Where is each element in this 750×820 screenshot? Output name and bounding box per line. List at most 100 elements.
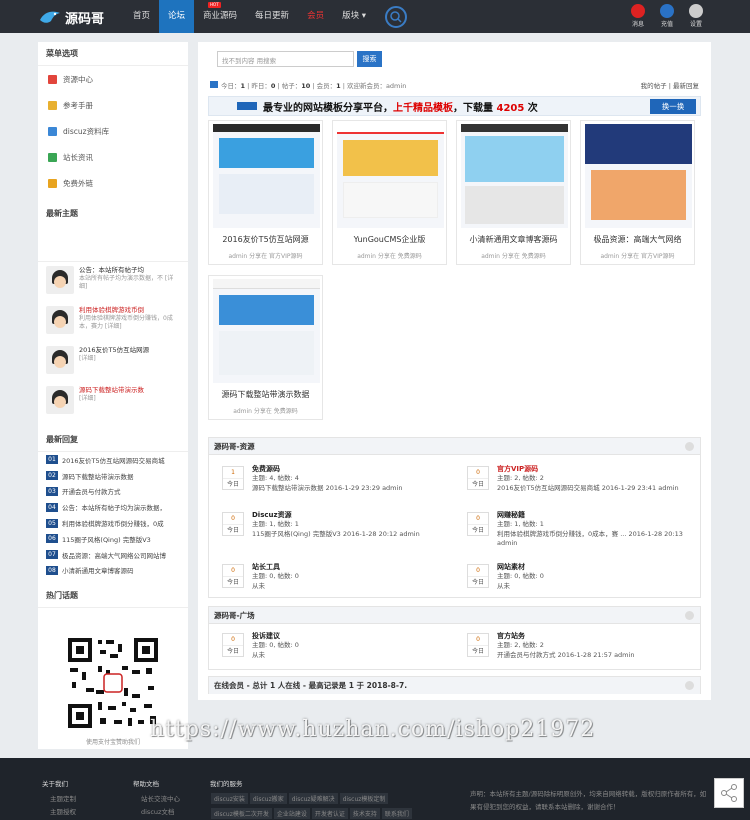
forum-name[interactable]: Discuz资源 [252, 510, 292, 520]
nav-daily-update[interactable]: 每日更新 [246, 0, 298, 33]
my-posts-links[interactable]: 我的帖子 | 最新回复 [641, 80, 699, 90]
topic-item[interactable]: 利用体验棋牌游戏币倒 利用体验棋牌游戏币倒分赚钱，0成本，赛力 [详细] [38, 302, 188, 342]
service-tag[interactable]: discuz疑难解决 [288, 793, 338, 804]
footer-links: 主题定制 主题授权 [42, 793, 76, 819]
forum-name[interactable]: 官方站务 [497, 631, 525, 641]
forum-name[interactable]: 站长工具 [252, 562, 280, 572]
forum-item[interactable]: 0 今日 网赚秘籍 主题: 1, 帖数: 1 利用体验棋牌游戏币倒分赚钱，0成本，赛 .… [454, 508, 694, 548]
top-navbar: 源码哥 首页 论坛 商业源码 HOT 每日更新 会员 版块 ▾ 消息 充值 设置 [0, 0, 750, 33]
refresh-button[interactable]: 换一换 [650, 99, 696, 114]
list-item[interactable]: 08 小清新通用文章博客源码 [38, 563, 188, 579]
sidebar-item-discuz-library[interactable]: discuz资料库 [38, 118, 188, 144]
footer-link[interactable]: 主题定制 [50, 793, 76, 806]
service-tag[interactable]: discuz安装 [211, 793, 248, 804]
forum-name[interactable]: 网赚秘籍 [497, 510, 525, 520]
service-tag[interactable]: 企业站建设 [273, 808, 310, 819]
nav-sections-dropdown[interactable]: 版块 ▾ [333, 0, 375, 33]
nav-commercial-source[interactable]: 商业源码 HOT [194, 0, 246, 33]
template-card[interactable]: 2016友价T5仿互站网源 admin 分享在 官方VIP源码 [208, 120, 323, 265]
topic-desc: [详细] [79, 355, 96, 362]
day-label: 今日 [223, 478, 243, 490]
service-tag[interactable]: 技术支持 [349, 808, 380, 819]
service-tag[interactable]: discuz搬家 [249, 793, 287, 804]
forum-count-line: 主题: 2, 帖数: 2 [497, 641, 544, 649]
footer-link[interactable]: 主题授权 [50, 806, 76, 819]
reply-title: 小清新通用文章博客源码 [62, 567, 134, 576]
messages-label: 消息 [631, 21, 644, 28]
sidebar-item-free-links[interactable]: 免费外链 [38, 170, 188, 196]
forum-last-post[interactable]: 源码下载整站带演示数据 2016-1-29 23:29 admin [252, 484, 452, 494]
sidebar-item-resource-center[interactable]: 资源中心 [38, 66, 188, 92]
new-topics-list: 公告：本站所有帖子均 本站所有帖子均为演示数据，不 [详细] 利用体验棋牌游戏币倒… [38, 262, 188, 422]
topic-item[interactable]: 源码下载整站带演示数 [详细] [38, 382, 188, 422]
forum-item[interactable]: 1 今日 免费源码 主题: 4, 帖数: 4 源码下载整站带演示数据 2016-1-29… [209, 462, 449, 502]
list-item[interactable]: 07 极品资源：高端大气网络公司网站博 [38, 547, 188, 563]
service-tag[interactable]: 联系我们 [381, 808, 412, 819]
forum-last-post[interactable]: 115圈子风格(Qing) 完整版V3 2016-1-28 20:12 admi… [252, 530, 452, 540]
forum-last-post: 从未 [252, 650, 265, 659]
calendar-icon: 0 今日 [467, 466, 489, 490]
template-card[interactable]: YunGouCMS企业版 admin 分享在 免费源码 [332, 120, 447, 265]
coin-icon [660, 4, 674, 18]
template-card[interactable]: 小清新通用文章博客源码 admin 分享在 免费源码 [456, 120, 571, 265]
forum-count-line: 主题: 0, 帖数: 0 [497, 572, 544, 580]
forum-item[interactable]: 0 今日 官方VIP源码 主题: 2, 帖数: 2 2016友价T5仿互站网源码交易商城… [454, 462, 694, 502]
settings-label: 设置 [689, 21, 702, 28]
topic-item[interactable]: 公告：本站所有帖子均 本站所有帖子均为演示数据，不 [详细] [38, 262, 188, 302]
site-logo[interactable]: 源码哥 [38, 6, 104, 28]
card-title: 极品资源：高端大气网络 [593, 235, 682, 244]
brand-name: 源码哥 [65, 11, 105, 27]
forum-name[interactable]: 免费源码 [252, 464, 280, 474]
service-tag[interactable]: discuz模板二次开发 [211, 808, 272, 819]
banner-prefix: 最专业的网站模板分享平台， [263, 102, 393, 114]
service-tag[interactable]: discuz模板定制 [339, 793, 389, 804]
recharge-label: 充值 [660, 21, 673, 28]
collapse-icon[interactable] [685, 681, 694, 690]
nav-vip[interactable]: 会员 [298, 0, 333, 33]
search-input[interactable]: 找不到内容 用搜索 [217, 51, 354, 67]
collapse-icon[interactable] [685, 442, 694, 451]
forum-item[interactable]: 0 今日 官方站务 主题: 2, 帖数: 2 开通会员与付款方式 2016-1-28 2… [454, 629, 694, 669]
footer-link[interactable]: discuz文档 [141, 806, 180, 819]
nav-forum[interactable]: 论坛 [159, 0, 195, 33]
forum-last-post[interactable]: 2016友价T5仿互站网源码交易商城 2016-1-29 23:41 admin [497, 484, 697, 494]
forum-item[interactable]: 0 今日 投诉建议 主题: 0, 帖数: 0 从未 [209, 629, 449, 669]
service-tag[interactable]: 开发者认证 [311, 808, 348, 819]
template-card[interactable]: 源码下载整站带演示数据 admin 分享在 免费源码 [208, 275, 323, 420]
forum-last-post[interactable]: 利用体验棋牌游戏币倒分赚钱，0成本，赛 ... 2016-1-28 20:13 … [497, 530, 697, 549]
forum-name[interactable]: 官方VIP源码 [497, 464, 538, 474]
recharge-link[interactable]: 充值 [655, 4, 679, 28]
list-item[interactable]: 05 利用体验棋牌游戏币倒分赚钱，0成 [38, 515, 188, 531]
forum-item[interactable]: 0 今日 站长工具 主题: 0, 帖数: 0 从未 [209, 560, 449, 600]
forum-last-post[interactable]: 开通会员与付款方式 2016-1-28 21:57 admin [497, 651, 697, 661]
template-thumbnail [461, 124, 568, 228]
footer-link[interactable]: 站长交流中心 [141, 793, 180, 806]
forum-name[interactable]: 网站素材 [497, 562, 525, 572]
collapse-icon[interactable] [685, 611, 694, 620]
reply-title: 2016友价T5仿互站网源码交易商城 [62, 456, 165, 465]
list-item[interactable]: 02 源码下载整站带演示数据 [38, 468, 188, 484]
banner-text: 最专业的网站模板分享平台，上千精品模板，下载量 4205 次 [263, 99, 538, 114]
nav-home[interactable]: 首页 [124, 0, 159, 33]
forum-item[interactable]: 0 今日 Discuz资源 主题: 1, 帖数: 1 115圈子风格(Qing) 完整版… [209, 508, 449, 548]
list-item[interactable]: 06 115圈子风格(Qing) 完整版V3 [38, 531, 188, 547]
calendar-icon: 0 今日 [467, 633, 489, 657]
sidebar-item-webmaster-news[interactable]: 站长资讯 [38, 144, 188, 170]
today-label: 今日： [221, 82, 241, 90]
search-button[interactable]: 搜索 [357, 51, 382, 67]
watermark: https://www.huzhan.com/ishop21972 [150, 717, 596, 742]
forum-item[interactable]: 0 今日 网站素材 主题: 0, 帖数: 0 从未 [454, 560, 694, 600]
forum-name[interactable]: 投诉建议 [252, 631, 280, 641]
topic-item[interactable]: 2016友价T5仿互站网源 [详细] [38, 342, 188, 382]
list-item[interactable]: 03 开通会员与付款方式 [38, 484, 188, 500]
today-posts: 0 [231, 515, 235, 522]
messages-link[interactable]: 消息 [626, 4, 650, 28]
search-icon[interactable] [385, 6, 407, 28]
list-item[interactable]: 04 公告：本站所有帖子均为演示数据， [38, 499, 188, 515]
share-icon[interactable] [714, 778, 744, 808]
banner-suffix: 次 [524, 102, 538, 114]
list-item[interactable]: 01 2016友价T5仿互站网源码交易商城 [38, 452, 188, 468]
settings-link[interactable]: 设置 [684, 4, 708, 28]
template-card[interactable]: 极品资源：高端大气网络 admin 分享在 官方VIP源码 [580, 120, 695, 265]
sidebar-item-manual[interactable]: 参考手册 [38, 92, 188, 118]
